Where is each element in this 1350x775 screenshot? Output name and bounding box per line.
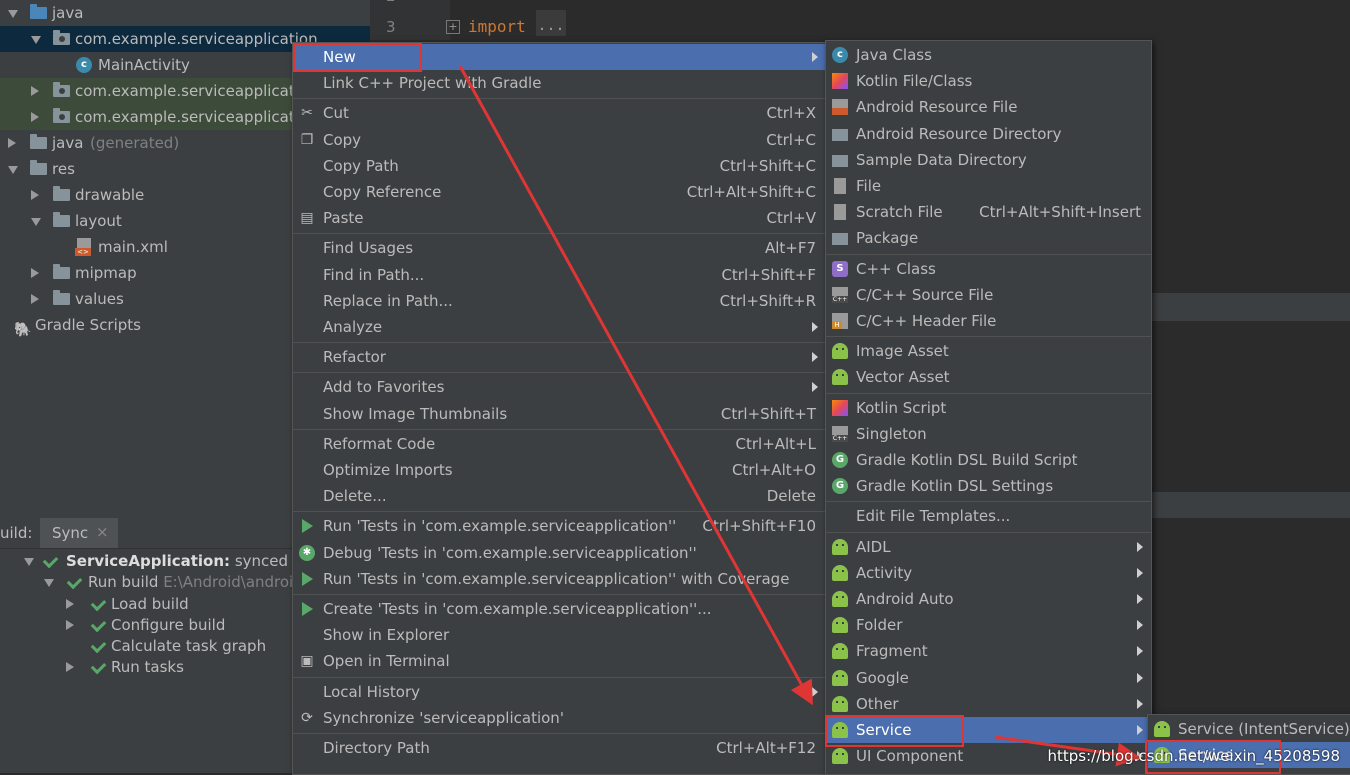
- annotation-arrows: [458, 65, 1141, 767]
- arrow-new-to-service: [458, 65, 813, 706]
- watermark: https://blog.csdn.net/weixin_45208598: [1047, 747, 1340, 765]
